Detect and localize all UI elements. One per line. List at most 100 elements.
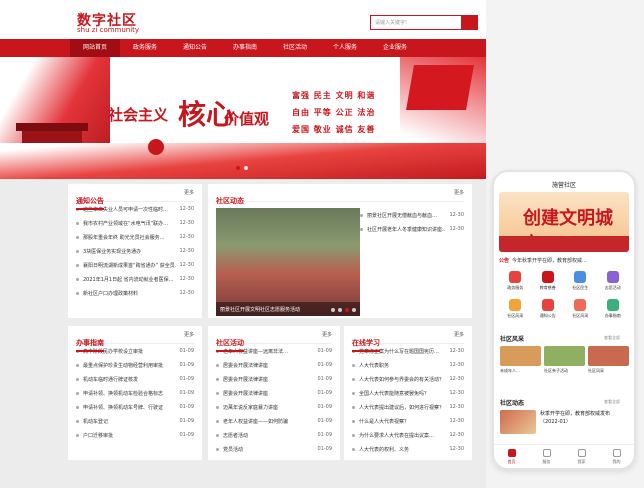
carousel-dot[interactable] xyxy=(244,166,248,170)
more-link[interactable]: 更多 xyxy=(454,189,464,196)
service-item[interactable]: 社区民生 xyxy=(564,269,597,297)
list-item[interactable]: 襄阳日明流湖新成果首“跨省通办” 获全员… 12-30 xyxy=(76,258,194,272)
item-date: 12-30 xyxy=(179,234,194,240)
search-button[interactable] xyxy=(461,15,478,30)
service-item[interactable]: 政务服务 xyxy=(499,269,532,297)
site-logo-subtitle: shu zi community xyxy=(77,26,140,34)
list-item[interactable]: 居委会开展法律讲座 01-09 xyxy=(216,358,332,372)
service-item[interactable]: 志愿活动 xyxy=(597,269,630,297)
list-item[interactable]: 志愿者活动 01-09 xyxy=(216,428,332,442)
item-title: 居委会开展法律讲座 xyxy=(223,376,269,383)
tab-item[interactable]: 我家 xyxy=(564,445,599,468)
nav-item[interactable]: 网站首页 xyxy=(70,39,120,57)
item-date: 01-09 xyxy=(179,418,194,424)
item-date: 12-30 xyxy=(449,446,464,452)
tab-item[interactable]: 服务 xyxy=(529,445,564,468)
photo-dot[interactable] xyxy=(331,308,335,312)
card-image xyxy=(588,346,629,366)
news-item[interactable]: 秋季开学在即，教育部权威发布（2022-01） xyxy=(500,410,628,436)
bullet-icon xyxy=(76,249,79,253)
activity-photo[interactable]: 丽景社区开展文明社区志愿服务活动 xyxy=(216,208,360,316)
item-title: 申请补领、换领机动车检验合格标志 xyxy=(83,390,164,397)
tab-item[interactable]: 首页 xyxy=(494,445,529,468)
list-item[interactable]: 迈萬年说反家庭暴力讲座 01-09 xyxy=(216,400,332,414)
list-item[interactable]: 机动车临时通行牌证核发 01-09 xyxy=(76,372,194,386)
item-title: 机动车登记 xyxy=(83,418,109,425)
service-item[interactable]: 教育慈善 xyxy=(532,269,565,297)
item-title: 志愿者活动 xyxy=(223,432,249,439)
list-item[interactable]: 社区开展老年人冬季健康知识讲座… 12-30 xyxy=(360,222,464,236)
list-item[interactable]: 人大代表职务 12-30 xyxy=(352,358,464,372)
panel-title: 通知公告 xyxy=(76,196,104,210)
more-link[interactable]: 更多 xyxy=(184,189,194,196)
list-item[interactable]: 老年人权益讲座——如何防骗 01-09 xyxy=(216,414,332,428)
service-item[interactable]: 办事指南 xyxy=(597,297,630,325)
mobile-notice[interactable]: 公告 今年秋季开学在即，教育部权威… xyxy=(499,257,629,264)
service-icon xyxy=(509,271,522,283)
list-item[interactable]: 新社区户口办理政策材料 12-30 xyxy=(76,286,194,300)
notice-list: 这些本来失业人员可申请一次性临时… 12-30 我市农村产业领域在“水电气讯”联办…… xyxy=(76,202,194,300)
nav-item[interactable]: 企业服务 xyxy=(370,39,420,57)
item-date: 12-30 xyxy=(449,226,464,232)
service-icon xyxy=(574,271,587,283)
more-link[interactable]: 查看全部 xyxy=(604,335,620,341)
service-item[interactable]: 社区风采 xyxy=(564,297,597,325)
service-item[interactable]: 通知公告 xyxy=(532,297,565,325)
item-date: 12-30 xyxy=(449,212,464,218)
list-item[interactable]: 申请补领、换领机动车检验合格标志 01-09 xyxy=(76,386,194,400)
item-title: 社区开展老年人冬季健康知识讲座… xyxy=(367,226,447,233)
list-item[interactable]: 人大代表的权利、义务 12-30 xyxy=(352,442,464,456)
more-link[interactable]: 查看全部 xyxy=(604,399,620,405)
gallery-card[interactable]: 社区亲子活动 xyxy=(544,346,585,374)
item-date: 01-09 xyxy=(179,390,194,396)
flag-illustration xyxy=(406,65,474,110)
more-link[interactable]: 更多 xyxy=(454,331,464,338)
list-item[interactable]: 申请补领、换领机动车号牌、行驶证 01-09 xyxy=(76,400,194,414)
photo-dot[interactable] xyxy=(352,308,356,312)
list-item[interactable]: 户口迁移审批 01-09 xyxy=(76,428,194,442)
gallery-card[interactable]: 未成年人… xyxy=(500,346,541,374)
list-item[interactable]: 那股年重会年终 助光光员社会服务… 12-30 xyxy=(76,230,194,244)
service-label: 通知公告 xyxy=(539,313,556,318)
carousel-dots xyxy=(236,166,248,170)
list-item[interactable]: 居委会开展法律讲座 01-09 xyxy=(216,386,332,400)
site-header: 数字社区 shu zi community 请输入关键字! xyxy=(0,0,486,39)
item-title: 人大代表的权利、义务 xyxy=(359,446,410,453)
item-title: 居委会开展法律讲座 xyxy=(223,362,269,369)
photo-dot[interactable] xyxy=(338,308,342,312)
bullet-icon xyxy=(76,291,79,295)
nav-item[interactable]: 办事指南 xyxy=(220,39,270,57)
item-title: 人大代表提出建议后，如何进行视察？ xyxy=(359,404,445,411)
list-item[interactable]: 人大代表提出建议后，如何进行视察？ 12-30 xyxy=(352,400,464,414)
nav-item[interactable]: 社区活动 xyxy=(270,39,320,57)
service-item[interactable]: 社区风采 xyxy=(499,297,532,325)
photo-dot[interactable] xyxy=(345,308,349,312)
list-item[interactable]: 党员活动 01-09 xyxy=(216,442,332,456)
list-item[interactable]: 为什么要求人大代表在提出议案… 12-30 xyxy=(352,428,464,442)
nav-item[interactable]: 通知公告 xyxy=(170,39,220,57)
gallery-card[interactable]: 社区风采 xyxy=(588,346,629,374)
item-title: 丽景社区开展无偿献血与献血… xyxy=(367,212,438,219)
item-date: 12-30 xyxy=(449,418,464,424)
list-item[interactable]: 机动车登记 01-09 xyxy=(76,414,194,428)
nav-item[interactable]: 个人服务 xyxy=(320,39,370,57)
tab-item[interactable]: 我的 xyxy=(599,445,634,468)
nav-item[interactable]: 政务服务 xyxy=(120,39,170,57)
list-item[interactable]: 最重点保护珍贵生动物经营利用审批 01-09 xyxy=(76,358,194,372)
list-item[interactable]: 居委会开展法律讲座 01-09 xyxy=(216,372,332,386)
more-link[interactable]: 更多 xyxy=(322,331,332,338)
list-item[interactable]: 丽景社区开展无偿献血与献血… 12-30 xyxy=(360,208,464,222)
more-link[interactable]: 更多 xyxy=(184,331,194,338)
list-item[interactable]: 全国人大代表能随意被罢免吗？ 12-30 xyxy=(352,386,464,400)
item-title: 全国人大代表能随意被罢免吗？ xyxy=(359,390,430,397)
list-item[interactable]: 我市农村产业领域在“水电气讯”联办… 12-30 xyxy=(76,216,194,230)
service-label: 办事指南 xyxy=(604,313,621,318)
list-item[interactable]: 2021年1月1日起 省内流动就业者医保… 12-30 xyxy=(76,272,194,286)
list-item[interactable]: 什么是人大代表视察？ 12-30 xyxy=(352,414,464,428)
mobile-banner[interactable]: 创建文明城市 xyxy=(499,192,629,252)
list-item[interactable]: 人大代表如何参与界委会的有关活动？ 12-30 xyxy=(352,372,464,386)
list-item[interactable]: 3块医保业务实现业务通办 12-30 xyxy=(76,244,194,258)
study-panel: 在线学习 更多 党章修正案为什么写在题国国宪历… 12-30 人大代表职务 12-30… xyxy=(344,326,472,460)
service-icon xyxy=(574,299,587,311)
carousel-dot[interactable] xyxy=(236,166,240,170)
